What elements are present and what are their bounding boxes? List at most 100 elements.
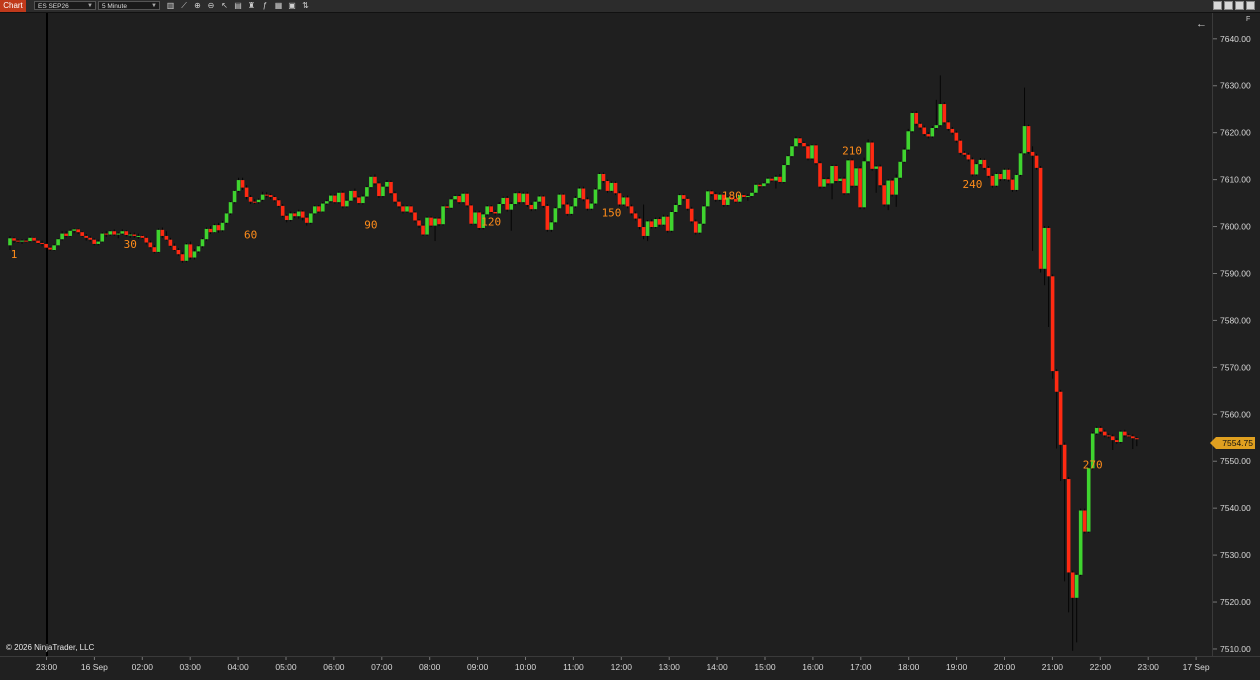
candle-body bbox=[1122, 431, 1127, 436]
candle bbox=[228, 201, 233, 215]
minimize-button[interactable] bbox=[1213, 1, 1222, 10]
candle bbox=[826, 177, 830, 186]
candle bbox=[521, 191, 526, 204]
time-axis[interactable]: 23:00 16 Sep 02:00 03:00 04:00 05:00 06:00 07:0… bbox=[0, 656, 1260, 674]
candle bbox=[1086, 466, 1091, 534]
candle-body bbox=[1046, 227, 1051, 277]
candle-body bbox=[120, 231, 125, 234]
candle-body bbox=[649, 221, 654, 228]
candle-body bbox=[489, 206, 493, 213]
candle bbox=[517, 191, 522, 205]
bar-count-label: 90 bbox=[364, 218, 377, 231]
price-axis[interactable]: 7640.00 7630.00 7620.00 7610.00 7600.00 7590.… bbox=[1212, 13, 1260, 656]
candle-body bbox=[713, 194, 718, 200]
candle-body bbox=[417, 220, 421, 226]
instrument-selector[interactable]: ES SEP26 ▼ bbox=[34, 1, 96, 10]
candle bbox=[417, 219, 421, 228]
candle-body bbox=[353, 190, 357, 198]
candle bbox=[124, 230, 129, 237]
candle-body bbox=[220, 222, 225, 231]
price-tick-label: 7530.00 bbox=[1220, 550, 1251, 560]
candle bbox=[497, 202, 502, 215]
zoom-out-icon[interactable]: ⊖ bbox=[207, 1, 216, 10]
candle bbox=[533, 200, 538, 211]
candle-body bbox=[894, 177, 899, 195]
indicators-icon[interactable]: ƒ bbox=[261, 1, 270, 10]
candle-body bbox=[750, 192, 754, 197]
candle-body bbox=[28, 237, 32, 242]
candle bbox=[72, 228, 76, 234]
arrow-left-icon[interactable]: ← bbox=[1196, 18, 1207, 30]
bar-type-icon[interactable]: ▥ bbox=[166, 1, 175, 10]
candle-body bbox=[573, 197, 578, 207]
candle bbox=[661, 214, 666, 227]
price-chart[interactable]: 1 30 60 90 120 150 180 210 240 270 bbox=[0, 13, 1212, 656]
strategy-icon[interactable]: ♜ bbox=[247, 1, 256, 10]
candle-body bbox=[377, 183, 381, 197]
candle-body bbox=[485, 206, 489, 215]
chart-trader-icon[interactable]: ⇅ bbox=[301, 1, 310, 10]
candle-body bbox=[300, 211, 305, 218]
candle bbox=[252, 199, 257, 205]
interval-selector[interactable]: 5 Minute ▼ bbox=[98, 1, 160, 10]
close-button[interactable] bbox=[1246, 1, 1255, 10]
candle bbox=[433, 217, 437, 242]
properties-icon[interactable]: ▤ bbox=[234, 1, 243, 10]
time-tick-label: 18:00 bbox=[898, 662, 920, 672]
candle bbox=[212, 223, 217, 234]
candle-body bbox=[625, 197, 630, 207]
candle bbox=[742, 193, 746, 199]
time-tick-label: 02:00 bbox=[132, 662, 154, 672]
candle-body bbox=[240, 180, 245, 188]
candle bbox=[20, 239, 24, 244]
candle bbox=[970, 157, 975, 177]
price-tick-label: 7540.00 bbox=[1220, 503, 1251, 513]
candle-body bbox=[349, 190, 353, 201]
candle bbox=[922, 125, 927, 136]
time-tick-label: 17 Sep bbox=[1183, 662, 1210, 672]
candle bbox=[854, 166, 858, 188]
draw-icon[interactable]: ⟋ bbox=[180, 1, 189, 10]
candle bbox=[180, 252, 185, 263]
candle bbox=[196, 245, 201, 253]
candle bbox=[140, 234, 145, 239]
candle bbox=[1118, 430, 1123, 444]
chart-tab[interactable]: Chart bbox=[0, 0, 26, 12]
candle-body bbox=[369, 176, 373, 188]
templates-icon[interactable]: ▦ bbox=[274, 1, 283, 10]
candle-body bbox=[677, 195, 682, 205]
candle bbox=[441, 204, 445, 226]
candle-body bbox=[533, 201, 538, 210]
candle bbox=[846, 158, 850, 195]
candle bbox=[766, 177, 770, 185]
candle bbox=[1054, 369, 1059, 449]
candle-body bbox=[774, 176, 778, 181]
candle bbox=[312, 204, 317, 215]
candle-body bbox=[954, 132, 959, 141]
pointer-icon[interactable]: ↖ bbox=[220, 1, 229, 10]
candle-body bbox=[449, 199, 453, 208]
candle-body bbox=[172, 245, 177, 251]
candle-body bbox=[605, 181, 610, 191]
candle bbox=[1110, 434, 1115, 450]
candle-body bbox=[180, 254, 185, 261]
data-box-icon[interactable]: ▣ bbox=[288, 1, 297, 10]
candle bbox=[136, 233, 141, 239]
candle bbox=[1126, 433, 1131, 438]
candle bbox=[982, 158, 987, 170]
candle bbox=[164, 231, 169, 241]
candle-body bbox=[84, 235, 88, 238]
candle-body bbox=[589, 203, 594, 209]
maximize-button[interactable] bbox=[1224, 1, 1233, 10]
restore-button[interactable] bbox=[1235, 1, 1244, 10]
candle bbox=[36, 239, 40, 244]
candle bbox=[1014, 173, 1019, 192]
candle bbox=[918, 122, 923, 130]
candle-body bbox=[20, 240, 24, 242]
candle bbox=[882, 183, 886, 207]
candle bbox=[914, 111, 919, 126]
candle bbox=[790, 144, 794, 158]
candle bbox=[910, 111, 915, 133]
zoom-in-icon[interactable]: ⊕ bbox=[193, 1, 202, 10]
chart-panel[interactable]: 1 30 60 90 120 150 180 210 240 270 bbox=[0, 13, 1212, 656]
